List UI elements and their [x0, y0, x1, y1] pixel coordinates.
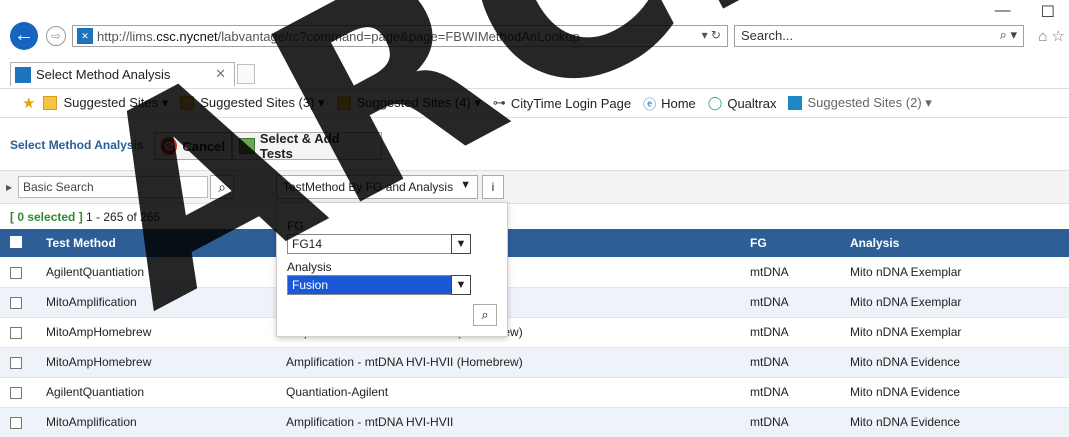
add-favorite-icon[interactable]: ★ [22, 94, 35, 112]
table-row[interactable]: MitoAmplification Amplification - mtDNA … [0, 407, 1069, 437]
tab-select-method-analysis[interactable]: Select Method Analysis ✕ [10, 62, 235, 86]
browser-search-input[interactable]: Search... ⌕ ▾ [734, 25, 1024, 47]
tab-favicon-icon [15, 66, 31, 83]
home-icon[interactable]: ⌂ ☆ [1038, 27, 1065, 45]
search-icon[interactable]: ⌕ ▾ [1000, 27, 1017, 43]
address-row: ← ⇨ ✕ http://lims. csc.nycnet/labvantage/… [0, 20, 1069, 52]
search-strip: ▶ Basic Search ⌕ TestMethod By FG and An… [0, 170, 1069, 204]
tab-strip: Select Method Analysis ✕ [0, 62, 1069, 86]
info-button[interactable]: i [482, 175, 504, 199]
favorite-suggested-sites-3[interactable]: Suggested Sites (3) ▾ [180, 95, 325, 111]
results-table: Test Method FG Analysis AgilentQuantiati… [0, 229, 1069, 437]
select-all-checkbox[interactable] [0, 229, 36, 257]
analysis-label: Analysis [287, 260, 332, 274]
minimize-button[interactable]: — [995, 2, 1011, 22]
select-add-tests-button[interactable]: Select & Add Tests [232, 131, 382, 161]
col-fg[interactable]: FG [740, 229, 840, 257]
favorite-home[interactable]: ⓔ Home [643, 94, 696, 113]
col-test-method[interactable]: Test Method [36, 229, 276, 257]
search-icon[interactable]: ⌕ [210, 175, 234, 199]
table-row[interactable]: MitoAmpHomebrew Amplification - mtDNA HV… [0, 347, 1069, 378]
row-checkbox[interactable] [10, 386, 22, 399]
row-checkbox[interactable] [10, 266, 22, 279]
url-host: csc.nycnet [156, 28, 218, 44]
page-title: Select Method Analysis [10, 138, 144, 152]
lookup-select[interactable]: TestMethod By FG and Analysis ▼ [276, 175, 478, 199]
selection-count: [ 0 selected ] 1 - 265 of 265 [10, 210, 161, 224]
back-arrow-icon[interactable]: ← [10, 22, 38, 50]
tab-title: Select Method Analysis [36, 67, 171, 82]
folder-icon [336, 96, 351, 110]
bing-icon [788, 96, 803, 110]
maximize-button[interactable]: ☐ [1041, 2, 1055, 22]
table-row[interactable]: MitoAmplification mtDNA Mito nDNA Exempl… [0, 287, 1069, 318]
cancel-icon: ⊘ [161, 137, 178, 155]
search-placeholder: Search... [741, 28, 794, 43]
site-favicon-icon: ✕ [77, 28, 93, 44]
fg-select[interactable]: FG14 ▼ [287, 234, 471, 254]
row-checkbox[interactable] [10, 356, 22, 369]
add-tests-icon [239, 138, 255, 154]
col-analysis[interactable]: Analysis [840, 229, 1069, 257]
row-checkbox[interactable] [10, 326, 22, 339]
favorites-bar: ★ Suggested Sites ▾ Suggested Sites (3) … [0, 88, 1069, 118]
basic-search-input[interactable]: Basic Search [18, 176, 208, 198]
key-icon: ⊶ [492, 95, 506, 110]
folder-icon [180, 96, 195, 110]
row-checkbox[interactable] [10, 416, 22, 429]
close-icon[interactable]: ✕ [215, 66, 226, 82]
table-row[interactable]: AgilentQuantiation mtDNA Mito nDNA Exemp… [0, 257, 1069, 288]
qualtrax-icon: ◯ [707, 95, 723, 110]
window-controls: — ☐ [995, 2, 1055, 22]
cancel-button[interactable]: ⊘ Cancel [154, 132, 232, 160]
fg-label: FG [287, 219, 304, 233]
favorite-suggested-sites-4[interactable]: Suggested Sites (4) ▾ [336, 95, 481, 111]
url-prefix: http://lims. [97, 28, 157, 44]
chevron-down-icon[interactable]: ▼ [451, 275, 471, 295]
chevron-down-icon[interactable]: ▼ [451, 234, 471, 254]
new-tab-button[interactable] [237, 64, 255, 84]
favorite-suggested-sites[interactable]: Suggested Sites ▾ [43, 95, 168, 111]
table-row[interactable]: AgilentQuantiation Quantiation-Agilent m… [0, 377, 1069, 408]
url-path: /labvantage/rc?command=page&page=FBWIMet… [217, 28, 580, 44]
table-row[interactable]: MitoAmpHomebrew Amplification - mtDNA HV… [0, 317, 1069, 348]
favorite-qualtrax[interactable]: ◯ Qualtrax [708, 95, 777, 111]
filter-popup: FG FG14 ▼ Analysis Fusion ▼ ⌕ [276, 202, 508, 337]
favorite-suggested-sites-2[interactable]: Suggested Sites (2) ▾ [788, 95, 932, 111]
refresh-icon[interactable]: ▾ ↻ [702, 28, 721, 42]
folder-icon [43, 96, 58, 110]
ie-page-icon: ⓔ [643, 96, 657, 112]
dropdown-arrow-icon: ▼ [460, 179, 471, 191]
row-checkbox[interactable] [10, 296, 22, 309]
table-header: Test Method FG Analysis [0, 229, 1069, 257]
popup-search-icon[interactable]: ⌕ [473, 304, 497, 326]
forward-arrow-icon[interactable]: ⇨ [46, 26, 66, 46]
analysis-select[interactable]: Fusion ▼ [287, 275, 471, 295]
address-bar[interactable]: ✕ http://lims. csc.nycnet/labvantage/rc?c… [72, 25, 728, 47]
expand-arrow-icon[interactable]: ▶ [6, 183, 12, 192]
app-toolbar: Select Method Analysis ⊘ Cancel Select &… [0, 128, 1069, 162]
favorite-citytime-login[interactable]: ⊶ CityTime Login Page [493, 95, 631, 111]
